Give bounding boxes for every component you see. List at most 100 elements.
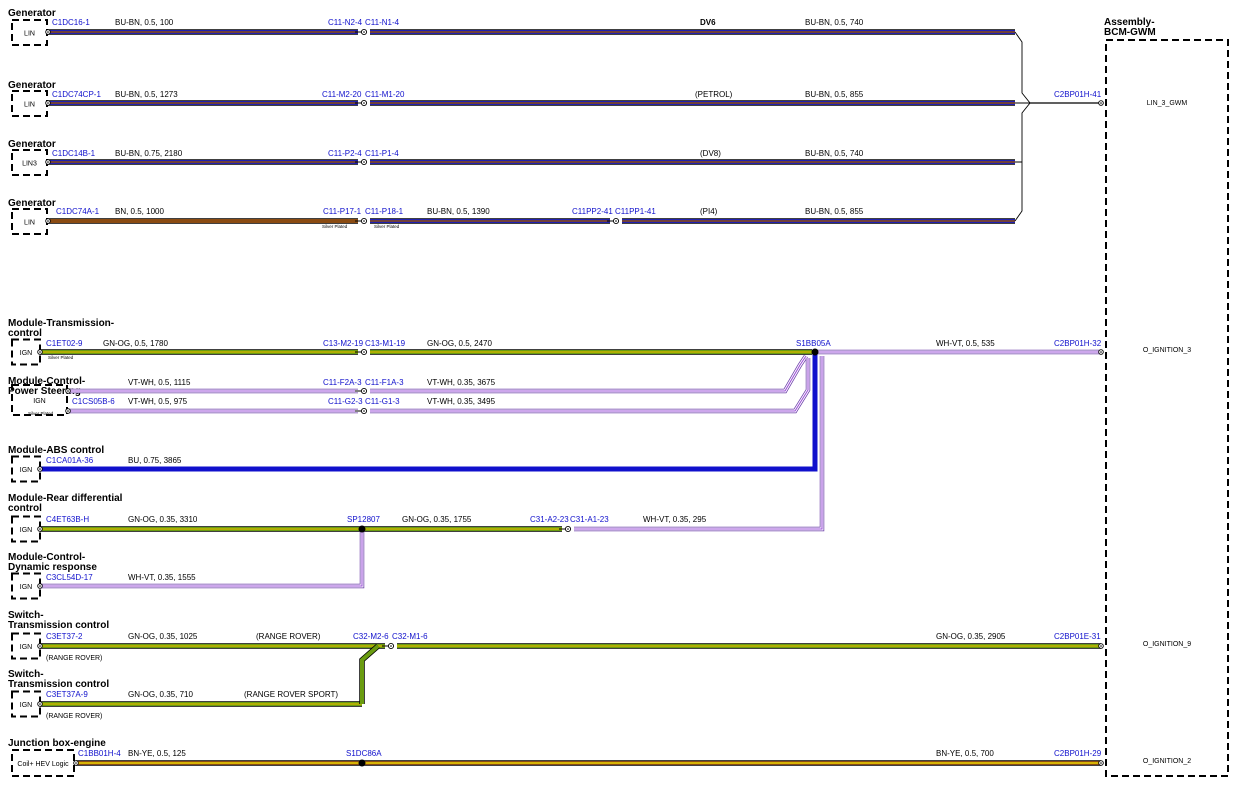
connector: C1DC14B-1 xyxy=(52,149,96,158)
wire-spec: GN-OG, 0.35, 710 xyxy=(128,690,193,699)
pin-label: IGN xyxy=(33,398,45,405)
connector: C31-A1-23 xyxy=(570,515,609,524)
generator-box-1[interactable]: LIN xyxy=(11,19,48,46)
splice-s1bb05a: S1BB05A xyxy=(796,339,831,348)
connector: C1BB01H-4 xyxy=(78,749,121,758)
wire-spec: BN, 0.5, 1000 xyxy=(115,207,164,216)
tcm-box[interactable]: IGN xyxy=(11,338,41,366)
wire-rd-c[interactable] xyxy=(574,356,825,532)
silver-plated-note: Silver Plated xyxy=(322,224,348,229)
wire-spec: BU-BN, 0.5, 1390 xyxy=(427,207,490,216)
splice-sp12807[interactable] xyxy=(358,525,366,533)
generator-box-4[interactable]: LIN xyxy=(11,208,48,235)
wire-spec: BU-BN, 0.5, 855 xyxy=(805,207,864,216)
connector: C31-A2-23 xyxy=(530,515,569,524)
silver-plated-note: Silver Plated xyxy=(28,411,54,416)
rear-diff-title: control xyxy=(8,503,42,514)
wire-spec: BU-BN, 0.5, 740 xyxy=(805,149,864,158)
variant: (RANGE ROVER SPORT) xyxy=(244,690,338,699)
connector: C1ET02-9 xyxy=(46,339,83,348)
connector: C4ET63B-H xyxy=(46,515,89,524)
pin-label: LIN xyxy=(24,220,35,227)
connector: C11PP2-41 xyxy=(572,207,613,216)
connector: C11-N1-4 xyxy=(365,18,400,27)
pin-terminal xyxy=(45,29,51,35)
signal-ignition-3: O_IGNITION_3 xyxy=(1143,347,1191,354)
wire-spec: BU, 0.75, 3865 xyxy=(128,456,182,465)
pin-label: IGN xyxy=(20,584,32,591)
variant-dv8: (DV8) xyxy=(700,149,721,158)
pin-label: IGN xyxy=(20,350,32,357)
lin-merge-bracket xyxy=(1014,31,1031,222)
wire-spec: VT-WH, 0.35, 3495 xyxy=(427,397,496,406)
bcm-gwm-box[interactable] xyxy=(1105,39,1229,777)
connector-c1dc16-1: C1DC16-1 xyxy=(52,18,90,27)
wire-spec: WH-VT, 0.5, 535 xyxy=(936,339,995,348)
connector: C32-M2-6 xyxy=(353,632,389,641)
wire-spec: GN-OG, 0.5, 2470 xyxy=(427,339,492,348)
abs-title: Module-ABS control xyxy=(8,445,104,456)
wire-spec: BU-BN, 0.5, 1273 xyxy=(115,90,178,99)
pin-terminal xyxy=(1098,760,1104,766)
pin-label: IGN xyxy=(20,702,32,709)
wire-spec: BN-YE, 0.5, 700 xyxy=(936,749,994,758)
connector: C11-M1-20 xyxy=(365,90,405,99)
connector: C11PP1-41 xyxy=(615,207,656,216)
wire-spec: BU-BN, 0.75, 2180 xyxy=(115,149,183,158)
pin-label: IGN xyxy=(20,527,32,534)
generator-box-2[interactable]: LIN xyxy=(11,90,48,117)
generator-title-3: Generator xyxy=(8,139,56,150)
splice-s1dc86a[interactable] xyxy=(358,759,366,767)
pin-label: Coil+ HEV Logic xyxy=(17,761,69,768)
connector: C1CA01A-36 xyxy=(46,456,94,465)
pin-terminal xyxy=(37,583,43,589)
connector: C11-G2-3 xyxy=(328,397,363,406)
wire-spec: WH-VT, 0.35, 1555 xyxy=(128,573,196,582)
wire-spec: GN-OG, 0.35, 1025 xyxy=(128,632,198,641)
wire-spec: VT-WH, 0.5, 975 xyxy=(128,397,188,406)
pin-label: IGN xyxy=(20,644,32,651)
connector: C13-M2-19 xyxy=(323,339,364,348)
connector-c2bp01h-41: C2BP01H-41 xyxy=(1054,90,1102,99)
pin-terminal xyxy=(1098,349,1104,355)
pin-label: LIN xyxy=(24,31,35,38)
rear-diff-box[interactable]: IGN xyxy=(11,515,41,543)
pin-label: LIN xyxy=(24,102,35,109)
variant-note: (RANGE ROVER) xyxy=(46,655,102,662)
switch-1-box[interactable]: IGN xyxy=(11,632,41,660)
switch-2-box[interactable]: IGN xyxy=(11,690,41,718)
wire-spec: GN-OG, 0.35, 2905 xyxy=(936,632,1006,641)
wire-spec: GN-OG, 0.35, 1755 xyxy=(402,515,472,524)
connector: C11-F2A-3 xyxy=(323,378,362,387)
wire-sw2-b[interactable] xyxy=(359,643,380,704)
wire-spec: BU-BN, 0.5, 855 xyxy=(805,90,864,99)
wire-spec: BN-YE, 0.5, 125 xyxy=(128,749,186,758)
wire-spec: VT-WH, 0.5, 1115 xyxy=(128,378,191,387)
connector: C1CS05B-6 xyxy=(72,397,115,406)
generator-box-3[interactable]: LIN3 xyxy=(11,149,48,176)
wire-spec: GN-OG, 0.5, 1780 xyxy=(103,339,168,348)
generator-title-4: Generator xyxy=(8,198,56,209)
connector: C11-F1A-3 xyxy=(365,378,404,387)
connector: C1DC74CP-1 xyxy=(52,90,101,99)
wire-spec: BU-BN, 0.5, 740 xyxy=(805,18,864,27)
connector: C3ET37-2 xyxy=(46,632,83,641)
connector: C11-M2-20 xyxy=(322,90,362,99)
connector: C11-P18-1 xyxy=(365,207,404,216)
connector-c2bp01h-32: C2BP01H-32 xyxy=(1054,339,1102,348)
connector: C11-P17-1 xyxy=(323,207,362,216)
variant-note: (RANGE ROVER) xyxy=(46,713,102,720)
variant-petrol: (PETROL) xyxy=(695,90,733,99)
pin-terminal xyxy=(1098,100,1104,106)
signal-ignition-9: O_IGNITION_9 xyxy=(1143,641,1191,648)
dynamic-response-box[interactable]: IGN xyxy=(11,572,41,600)
junction-box-box[interactable]: Coil+ HEV Logic xyxy=(11,749,75,777)
splice-s1bb05a-dot[interactable] xyxy=(811,348,819,356)
connector: C11-P1-4 xyxy=(365,149,399,158)
connector-c2bp01e-31: C2BP01E-31 xyxy=(1054,632,1101,641)
pin-terminal xyxy=(1098,643,1104,649)
abs-box[interactable]: IGN xyxy=(11,455,41,483)
signal-lin3: LIN_3_GWM xyxy=(1147,100,1188,107)
splice-label: S1DC86A xyxy=(346,749,382,758)
pin-terminal xyxy=(37,466,43,472)
